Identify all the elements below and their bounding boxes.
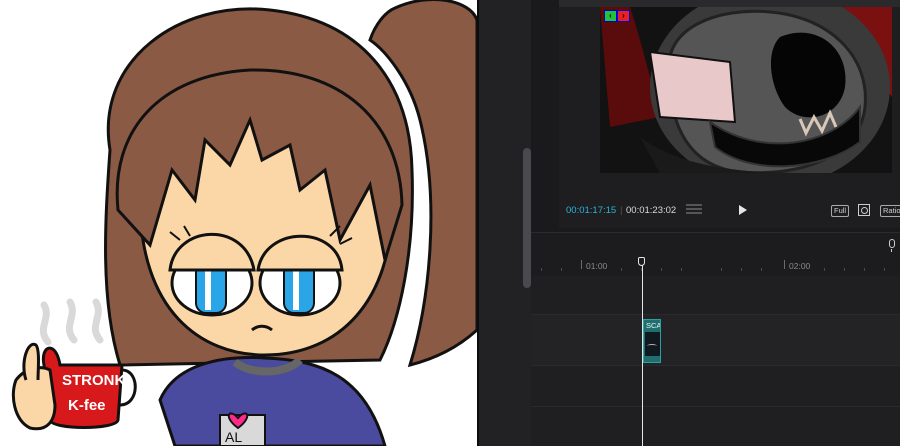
ruler-label-1: 01:00 xyxy=(586,261,608,271)
play-icon[interactable] xyxy=(739,205,747,215)
microphone-icon[interactable] xyxy=(889,239,895,252)
timeline-track[interactable] xyxy=(531,407,900,446)
timeline-ruler[interactable]: 01:00 02:00 xyxy=(531,256,900,276)
timecode-separator: | xyxy=(620,205,623,216)
ratio-button[interactable]: Ratio xyxy=(880,205,900,217)
vertical-scrollbar[interactable] xyxy=(523,148,531,288)
player-controls: 00:01:17:15 | 00:01:23:02 Full Ratio xyxy=(559,196,900,224)
left-panel-strip xyxy=(479,0,531,446)
preview-panel: ‹ › 00:01:17:15 | 00:01:23:02 Full Ratio xyxy=(559,0,900,228)
video-preview[interactable]: ‹ › xyxy=(600,7,892,173)
clip-thumbnail xyxy=(645,332,660,356)
timeline-toolbar xyxy=(531,232,900,257)
timeline-clip[interactable]: SCA xyxy=(643,319,661,363)
timeline-track[interactable] xyxy=(531,276,900,315)
ruler-label-2: 02:00 xyxy=(789,261,811,271)
audio-levels-icon[interactable] xyxy=(686,204,702,216)
timeline-track[interactable] xyxy=(531,366,900,407)
video-frame-illustration xyxy=(600,7,892,173)
timeline-track[interactable] xyxy=(531,315,900,366)
playhead-handle[interactable] xyxy=(638,257,645,266)
playhead-line[interactable] xyxy=(642,262,643,446)
cartoon-character-illustration: AL STRONK K-fee xyxy=(11,0,477,446)
video-editor: ‹ › 00:01:17:15 | 00:01:23:02 Full Ratio… xyxy=(477,0,900,446)
preview-header xyxy=(559,0,900,7)
zoom-icon[interactable] xyxy=(858,204,870,216)
clip-label: SCA xyxy=(646,321,661,330)
ruler-major-tick xyxy=(581,260,582,269)
total-timecode: 00:01:23:02 xyxy=(626,205,677,216)
mug-text-top: STRONK xyxy=(62,372,126,389)
source-nav-buttons: ‹ › xyxy=(604,10,630,22)
shirt-text: AL xyxy=(225,429,242,445)
fullscreen-button[interactable]: Full xyxy=(831,205,850,217)
mug-text-bottom: K-fee xyxy=(68,397,106,414)
chevron-left-icon[interactable]: ‹ xyxy=(605,11,616,21)
chevron-right-icon[interactable]: › xyxy=(618,11,629,21)
ruler-major-tick xyxy=(784,260,785,269)
webcam-overlay: AL STRONK K-fee xyxy=(0,0,477,446)
current-timecode: 00:01:17:15 xyxy=(566,205,617,216)
